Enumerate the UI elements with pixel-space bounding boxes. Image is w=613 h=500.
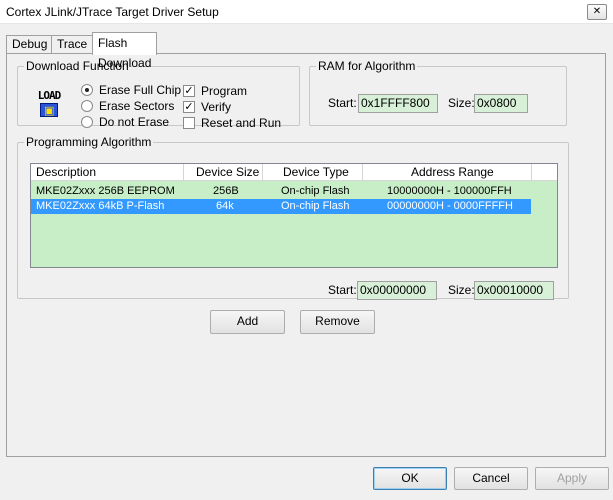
column-description[interactable]: Description <box>31 164 184 181</box>
remove-button[interactable]: Remove <box>300 310 375 334</box>
algorithm-list[interactable]: Description Device Size Device Type Addr… <box>30 163 558 268</box>
row-range: 10000000H - 100000FFH <box>387 185 512 197</box>
ram-for-algorithm-group: RAM for Algorithm Start: 0x1FFFF800 Size… <box>309 59 567 126</box>
erase-sectors-label: Erase Sectors <box>99 99 175 113</box>
ram-start-field[interactable]: 0x1FFFF800 <box>358 94 438 113</box>
checkmark-icon[interactable]: ✓ <box>183 85 195 97</box>
erase-full-chip-label: Erase Full Chip <box>99 83 182 97</box>
radio-indicator[interactable] <box>81 84 93 96</box>
tab-trace[interactable]: Trace <box>51 35 94 54</box>
load-icon: LOAD ▣ <box>32 89 66 121</box>
erase-sectors-radio[interactable]: Erase Sectors <box>81 99 174 113</box>
ok-button[interactable]: OK <box>373 467 447 490</box>
row-size: 64k <box>216 200 234 212</box>
row-type: On-chip Flash <box>281 200 350 212</box>
add-button[interactable]: Add <box>210 310 285 334</box>
reset-and-run-label: Reset and Run <box>201 116 282 130</box>
verify-checkbox[interactable]: ✓ Verify <box>183 100 231 114</box>
algo-start-field[interactable]: 0x00000000 <box>357 281 437 300</box>
tab-flash-download[interactable]: Flash Download <box>92 32 158 70</box>
ram-legend: RAM for Algorithm <box>318 59 416 73</box>
programming-algorithm-group: Programming Algorithm Description Device… <box>17 135 569 300</box>
checkmark-icon[interactable]: ✓ <box>183 101 195 113</box>
algo-size-field[interactable]: 0x00010000 <box>474 281 554 300</box>
algo-start-label: Start: <box>328 283 357 297</box>
checkbox-empty[interactable] <box>183 117 195 129</box>
algorithm-list-header: Description Device Size Device Type Addr… <box>31 164 557 181</box>
table-row-selected[interactable]: MKE02Zxxx 64kB P-Flash 64k On-chip Flash… <box>31 199 531 214</box>
erase-full-chip-radio[interactable]: Erase Full Chip <box>81 83 181 97</box>
row-type: On-chip Flash <box>281 185 350 197</box>
radio-indicator[interactable] <box>81 100 93 112</box>
algo-size-label: Size: <box>448 283 475 297</box>
reset-and-run-checkbox[interactable]: Reset and Run <box>183 116 281 130</box>
apply-button[interactable]: Apply <box>535 467 609 490</box>
close-button[interactable]: ✕ <box>587 4 607 20</box>
flash-download-panel: Download Function LOAD ▣ Erase Full Chip… <box>6 53 606 457</box>
close-icon: ✕ <box>592 6 602 17</box>
window-title: Cortex JLink/JTrace Target Driver Setup <box>6 5 219 19</box>
programming-algorithm-legend: Programming Algorithm <box>26 135 152 149</box>
verify-label: Verify <box>201 100 232 114</box>
ram-start-label: Start: <box>328 96 357 110</box>
chip-icon-glyph: ▣ <box>44 105 55 117</box>
title-bar: Cortex JLink/JTrace Target Driver Setup … <box>0 0 613 24</box>
column-device-type[interactable]: Device Type <box>263 164 363 181</box>
load-icon-text: LOAD <box>37 89 62 102</box>
row-size: 256B <box>213 185 239 197</box>
radio-indicator[interactable] <box>81 116 93 128</box>
row-range: 00000000H - 0000FFFFH <box>387 200 513 212</box>
do-not-erase-radio[interactable]: Do not Erase <box>81 115 169 129</box>
table-row[interactable]: MKE02Zxxx 256B EEPROM 256B On-chip Flash… <box>31 184 531 199</box>
program-checkbox[interactable]: ✓ Program <box>183 84 247 98</box>
row-description: MKE02Zxxx 256B EEPROM <box>36 185 175 197</box>
chip-icon: ▣ <box>40 103 58 117</box>
do-not-erase-label: Do not Erase <box>99 115 170 129</box>
ram-size-field[interactable]: 0x0800 <box>474 94 528 113</box>
tab-debug[interactable]: Debug <box>6 35 54 54</box>
cancel-button[interactable]: Cancel <box>454 467 528 490</box>
ram-size-label: Size: <box>448 96 475 110</box>
row-description: MKE02Zxxx 64kB P-Flash <box>36 200 165 212</box>
download-function-group: Download Function LOAD ▣ Erase Full Chip… <box>17 59 300 130</box>
program-label: Program <box>201 84 248 98</box>
column-device-size[interactable]: Device Size <box>184 164 263 181</box>
column-address-range[interactable]: Address Range <box>363 164 532 181</box>
